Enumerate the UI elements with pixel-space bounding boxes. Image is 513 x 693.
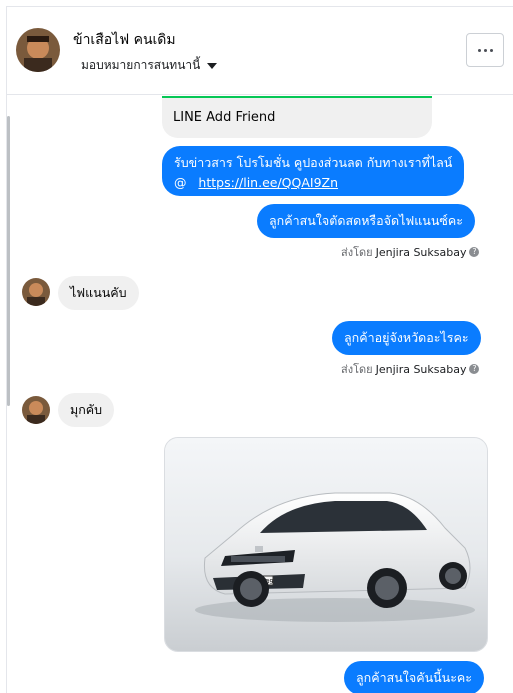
outgoing-message[interactable]: ลูกค้าสนใจคันนี้นะคะ <box>344 661 484 693</box>
line-add-friend-card[interactable]: LINE Add Friend <box>162 96 432 138</box>
outgoing-message[interactable]: รับข่าวสาร โปรโมชั่น คูปองส่วนลด กับทางเ… <box>162 146 465 196</box>
incoming-message[interactable]: ไฟแนนคับ <box>58 276 139 310</box>
assign-conversation-dropdown[interactable]: มอบหมายการสนทนานี้ <box>81 56 218 75</box>
sent-by-info: ส่งโดย Jenjira Suksabay ? <box>341 243 480 261</box>
more-options-button[interactable] <box>466 33 504 67</box>
incoming-message[interactable]: มุกคับ <box>58 393 115 427</box>
contact-avatar[interactable] <box>16 28 60 72</box>
more-icon-dot <box>483 48 487 52</box>
promo-prefix: @ <box>174 175 187 190</box>
help-icon[interactable]: ? <box>469 364 480 374</box>
message-text: ลูกค้าสนใจคันนี้นะคะ <box>356 670 472 685</box>
contact-name[interactable]: ข้าเสือไฟ คนเดิม <box>73 29 176 51</box>
promo-link-line: @ https://lin.ee/QQAI9Zn <box>174 173 452 193</box>
outgoing-message[interactable]: ลูกค้าอยู่จังหวัดอะไรคะ <box>332 321 481 355</box>
sent-by-label: ส่งโดย <box>341 246 373 259</box>
outgoing-message[interactable]: ลูกค้าสนใจตัดสดหรือจัดไฟแนนซ์คะ <box>257 204 475 238</box>
contact-avatar-small <box>22 396 50 424</box>
message-text: มุกคับ <box>70 402 103 417</box>
message-text: ไฟแนนคับ <box>70 285 127 300</box>
more-icon-dot <box>489 48 493 52</box>
message-list[interactable]: LINE Add Friend รับข่าวสาร โปรโมชั่น คูป… <box>7 96 513 693</box>
more-icon <box>477 48 481 52</box>
message-text: ลูกค้าอยู่จังหวัดอะไรคะ <box>344 330 469 345</box>
caret-down-icon <box>207 62 218 69</box>
promo-link[interactable]: https://lin.ee/QQAI9Zn <box>198 175 338 190</box>
card-title: LINE Add Friend <box>173 110 276 125</box>
car-photo[interactable]: 6กษ 6039 <box>164 437 488 652</box>
scrollbar[interactable] <box>7 116 10 406</box>
promo-text: รับข่าวสาร โปรโมชั่น คูปองส่วนลด กับทางเ… <box>174 155 453 170</box>
sent-by-info: ส่งโดย Jenjira Suksabay ? <box>341 360 480 378</box>
message-text: ลูกค้าสนใจตัดสดหรือจัดไฟแนนซ์คะ <box>269 213 463 228</box>
chat-window: ข้าเสือไฟ คนเดิม มอบหมายการสนทนานี้ LINE… <box>6 6 513 693</box>
conversation-header: ข้าเสือไฟ คนเดิม มอบหมายการสนทนานี้ <box>7 7 513 95</box>
help-icon[interactable]: ? <box>469 247 480 257</box>
assign-conversation-label: มอบหมายการสนทนานี้ <box>81 58 201 72</box>
sender-name: Jenjira Suksabay <box>375 245 467 259</box>
sender-name: Jenjira Suksabay <box>375 362 467 376</box>
contact-avatar-small <box>22 278 50 306</box>
sent-by-label: ส่งโดย <box>341 363 373 376</box>
